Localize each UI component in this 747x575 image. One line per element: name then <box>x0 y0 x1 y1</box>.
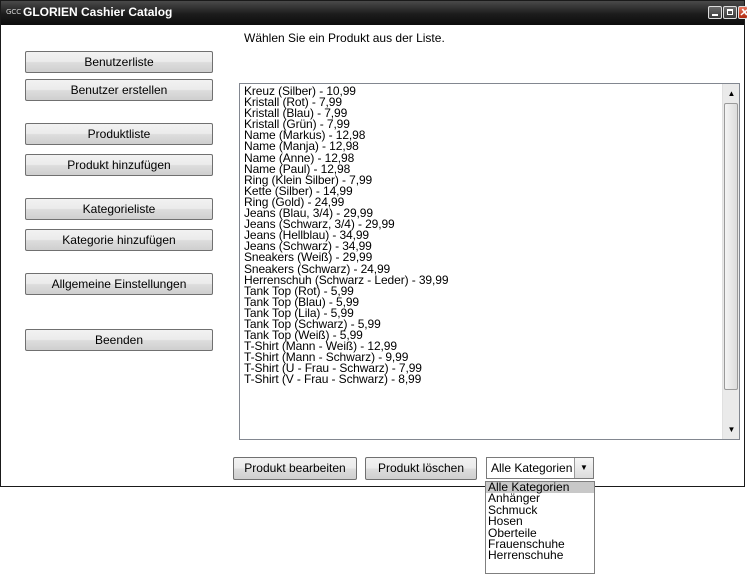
scroll-down-icon[interactable]: ▼ <box>724 421 739 438</box>
app-icon: GCC <box>6 8 22 16</box>
create-user-button[interactable]: Benutzer erstellen <box>25 79 213 101</box>
close-icon[interactable]: ✕ <box>738 6 747 19</box>
category-select[interactable]: Alle Kategorien ▼ <box>486 457 594 479</box>
add-category-button[interactable]: Kategorie hinzufügen <box>25 229 213 251</box>
scroll-thumb[interactable] <box>724 103 738 390</box>
category-select-value: Alle Kategorien <box>491 461 573 475</box>
list-item[interactable]: T-Shirt (V - Frau - Schwarz) - 8,99 <box>244 373 721 385</box>
scroll-up-icon[interactable]: ▲ <box>724 85 739 102</box>
maximize-icon[interactable] <box>723 6 737 19</box>
users-list-button[interactable]: Benutzerliste <box>25 51 213 73</box>
add-product-button[interactable]: Produkt hinzufügen <box>25 154 213 176</box>
dropdown-option[interactable]: Herrenschuhe <box>486 549 594 561</box>
vertical-scrollbar[interactable]: ▲ ▼ <box>722 84 739 439</box>
instruction-label: Wählen Sie ein Produkt aus der Liste. <box>244 31 445 45</box>
edit-product-button[interactable]: Produkt bearbeiten <box>233 457 357 480</box>
window-title: GLORIEN Cashier Catalog <box>23 5 173 19</box>
chevron-down-icon[interactable]: ▼ <box>574 458 593 478</box>
title-bar[interactable]: GCC GLORIEN Cashier Catalog ✕ <box>1 1 747 25</box>
category-list-button[interactable]: Kategorieliste <box>25 198 213 220</box>
category-dropdown-list[interactable]: Alle Kategorien Anhänger Schmuck Hosen Obert… <box>485 481 595 574</box>
product-list-button[interactable]: Produktliste <box>25 123 213 145</box>
exit-button[interactable]: Beenden <box>25 329 213 351</box>
general-settings-button[interactable]: Allgemeine Einstellungen <box>25 273 213 295</box>
minimize-icon[interactable] <box>708 6 722 19</box>
delete-product-button[interactable]: Produkt löschen <box>365 457 477 480</box>
product-listbox[interactable]: Kreuz (Silber) - 10,99 Kristall (Rot) - 7… <box>239 83 740 440</box>
product-items: Kreuz (Silber) - 10,99 Kristall (Rot) - 7… <box>244 85 721 386</box>
main-window: GCC GLORIEN Cashier Catalog ✕ Benutzerli… <box>0 0 747 487</box>
